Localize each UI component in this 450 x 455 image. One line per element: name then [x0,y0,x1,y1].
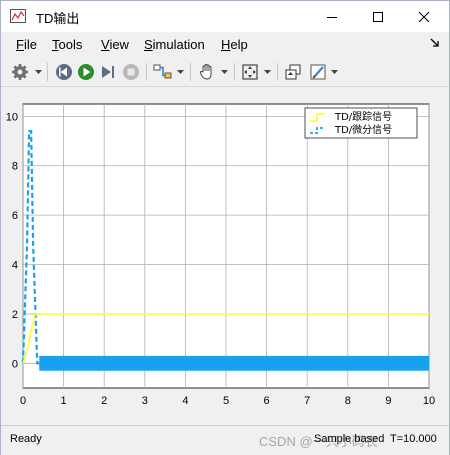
restore-icon [285,64,301,80]
settings-icon [12,64,28,80]
menu-tools[interactable]: Tools [52,37,82,52]
highlight-icon [153,64,172,79]
legend-derivative-label: TD/微分信号 [334,123,392,136]
scope-plot: 0 1 2 3 4 5 6 7 8 9 10 0 2 4 6 8 10 TD/跟踪信号TD/微分信号 [6,103,435,407]
legend-tracking-label: TD/跟踪信号 [334,110,392,123]
autoscale-icon [242,64,258,80]
scope-app-icon [10,9,26,23]
toolbar-separator [234,63,235,81]
pan-button[interactable] [196,61,218,83]
status-sample-mode: Sample based [314,433,385,445]
scope-display: 0 1 2 3 4 5 6 7 8 9 10 0 2 4 6 8 10 TD/跟踪信号 TD/微分信号 [1,88,449,424]
x-tick-label: 8 [345,395,351,407]
x-tick-label: 10 [423,395,435,407]
menu-view[interactable]: View [101,37,129,52]
x-tick-label: 1 [61,395,67,407]
chevron-down-icon[interactable] [331,69,338,75]
stop-button[interactable] [120,61,142,83]
derivative-noise-band [39,355,430,371]
x-tick-label: 3 [142,395,148,407]
maximize-button[interactable] [355,1,401,32]
y-tick-label: 2 [12,309,18,321]
x-tick-label: 5 [223,395,229,407]
run-icon [78,64,94,80]
x-tick-label: 6 [264,395,270,407]
x-tick-label: 0 [20,395,26,407]
undock-arrow-icon[interactable] [430,38,440,48]
close-button[interactable] [401,1,447,32]
maximize-icon [373,11,383,22]
chevron-down-icon[interactable] [264,69,271,75]
style-button[interactable] [307,61,329,83]
menu-simulation[interactable]: Simulation [144,37,205,52]
stop-icon [123,64,139,80]
y-tick-label: 4 [12,260,18,272]
status-sim-time: T=10.000 [390,433,437,445]
y-tick-label: 0 [12,358,18,370]
y-tick-label: 8 [12,161,18,173]
minimize-button[interactable] [309,1,355,32]
chevron-down-icon[interactable] [177,69,184,75]
minimize-icon [327,16,337,18]
run-button[interactable] [75,61,97,83]
chevron-down-icon[interactable] [221,69,228,75]
chevron-down-icon[interactable] [35,69,42,75]
step-forward-button[interactable] [97,61,119,83]
style-icon [310,64,326,80]
settings-button[interactable] [9,61,31,83]
toolbar-separator [277,63,278,81]
toolbar-separator [146,63,147,81]
menu-help[interactable]: Help [221,37,248,52]
step-forward-icon [102,66,114,78]
toolbar-separator [190,63,191,81]
title-bar[interactable]: TD输出 [1,1,449,32]
x-tick-label: 4 [182,395,188,407]
status-ready: Ready [10,433,42,445]
window-title: TD输出 [36,11,80,26]
menu-bar: File Tools View Simulation Help [1,33,449,55]
status-bar: Ready CSDN @一只小码农 Sample based T=10.000 [1,425,449,455]
y-tick-label: 10 [6,111,18,123]
scope-window: TD输出 File Tools View Simulation Help 0 1… [0,0,450,455]
x-tick-label: 9 [385,395,391,407]
x-tick-label: 7 [304,395,310,407]
toolbar-separator [47,63,48,81]
close-icon [419,11,429,22]
autoscale-button[interactable] [239,61,261,83]
y-tick-label: 6 [12,210,18,222]
highlight-button[interactable] [152,61,174,83]
derivative-noise [39,355,430,371]
x-tick-label: 2 [101,395,107,407]
step-back-icon [56,64,72,80]
step-back-button[interactable] [53,61,75,83]
menu-file[interactable]: File [16,37,37,52]
pan-icon [199,64,212,80]
toolbar [1,57,449,87]
restore-button[interactable] [282,61,304,83]
